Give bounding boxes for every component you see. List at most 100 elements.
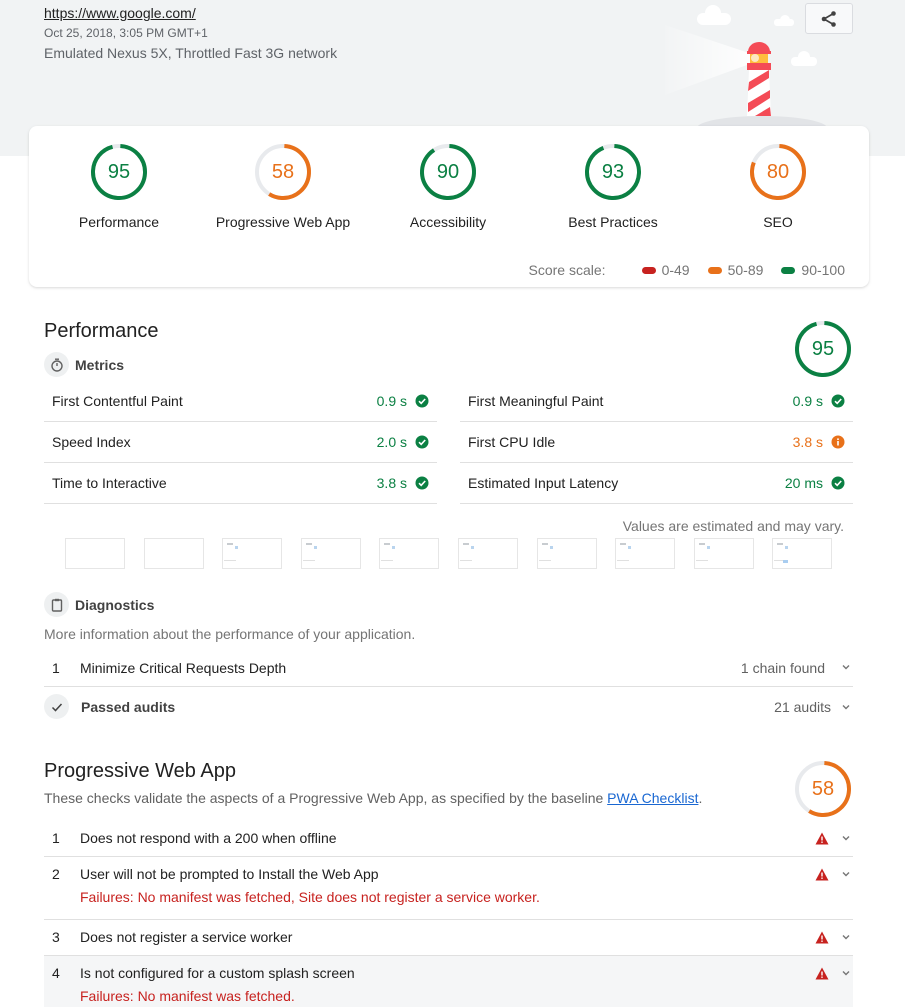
frame-footer [695,560,708,561]
passed-audits-group[interactable]: Passed audits 21 audits [44,694,853,719]
frame-footer [538,560,551,561]
category-label: Best Practices [568,214,658,230]
category-gauge-pwa[interactable]: 58 Progressive Web App [208,142,358,230]
filmstrip [65,538,835,570]
frame-logo [227,543,234,545]
audit-title: User will not be prompted to Install the… [80,866,379,882]
filmstrip-frame [143,538,204,569]
pwa-audit-row[interactable]: 2 User will not be prompted to Install t… [44,864,853,919]
audit-title: Is not configured for a custom splash sc… [80,965,355,981]
frame-mic [235,546,239,549]
filmstrip-frame [300,538,361,569]
pass-check-icon [415,476,429,490]
category-label: Progressive Web App [215,214,351,230]
frame-footer [381,560,394,561]
frame-footer [224,560,237,561]
audit-number: 3 [52,929,60,945]
divider [44,686,853,687]
frame-mic [549,546,553,549]
pwa-description: These checks validate the aspects of a P… [44,790,702,806]
scale-range-label: 90-100 [801,262,845,278]
filmstrip-frame [536,538,597,569]
audit-number: 1 [52,830,60,846]
category-gauge-accessibility[interactable]: 90 Accessibility [373,142,523,230]
audit-title: Does not respond with a 200 when offline [80,830,337,846]
category-gauge-seo[interactable]: 80 SEO [703,142,853,230]
scale-fail: 0-49 [641,262,690,278]
diagnostics-title: Diagnostics [75,596,155,613]
audit-number: 2 [52,866,60,882]
pwa-description-text: These checks validate the aspects of a P… [44,790,608,806]
environment-info: Emulated Nexus 5X, Throttled Fast 3G net… [44,45,338,61]
diagnostics-description: More information about the performance o… [44,626,416,642]
score-value: 80 [766,161,790,183]
metric-value: 20 ms [784,475,823,491]
filmstrip-frame [458,538,518,569]
category-label: SEO [763,214,793,230]
share-button[interactable] [805,3,853,34]
metric-row: Estimated Input Latency 20 ms [460,463,853,504]
pwa-audit-row[interactable]: 1 Does not respond with a 200 when offli… [44,828,853,857]
scale-range-label: 50-89 [727,262,764,278]
filmstrip-frame [222,538,283,569]
pass-check-icon [831,476,845,490]
chevron-down-icon[interactable] [839,930,853,944]
audit-failures: Failures: No manifest was fetched. [80,988,295,1004]
frame-mic [785,546,789,549]
category-gauge-performance[interactable]: 95 Performance [44,142,194,230]
metric-name: Estimated Input Latency [468,475,619,491]
chevron-down-icon[interactable] [839,700,853,714]
pwa-section-title: Progressive Web App [44,760,236,782]
metric-row: First Meaningful Paint 0.9 s [460,381,853,422]
frame-logo [305,543,312,545]
passed-audits-count: 21 audits [774,698,831,715]
scale-average: 50-89 [707,262,764,278]
score-value: 95 [811,338,835,360]
score-scale-label: Score scale: [528,262,606,278]
metric-row: First Contentful Paint 0.9 s [44,381,437,422]
category-gauge-best-practices[interactable]: 93 Best Practices [538,142,688,230]
frame-mic [628,546,632,549]
audit-display-value: 1 chain found [740,660,825,676]
metric-value: 0.9 s [376,393,407,409]
filmstrip-frame [693,538,754,569]
share-icon [821,10,836,27]
pass-pill-icon [781,266,796,274]
average-pill-icon [707,266,722,274]
score-value: 58 [811,778,835,800]
metric-value: 3.8 s [376,475,407,491]
checkmark-icon [44,694,69,719]
chevron-down-icon[interactable] [839,966,853,980]
metric-row: Speed Index 2.0 s [44,422,437,463]
frame-button [783,560,789,563]
diagnostics-group-header: Diagnostics [44,592,154,617]
frame-logo [384,543,391,545]
chevron-down-icon[interactable] [839,867,853,881]
scale-range-label: 0-49 [661,262,690,278]
category-label: Accessibility [409,214,487,230]
audit-number: 4 [52,965,60,981]
frame-logo [698,543,705,545]
divider [44,856,853,857]
scale-pass: 90-100 [781,262,845,278]
estimate-note: Values are estimated and may vary. [622,518,844,534]
pwa-audit-row[interactable]: 3 Does not register a service worker [44,927,853,955]
metric-value: 2.0 s [376,434,407,450]
stopwatch-icon [44,352,69,377]
pwa-audit-row[interactable]: 4 Is not configured for a custom splash … [44,956,853,1007]
frame-mic [706,546,710,549]
metric-name: First Contentful Paint [52,393,183,409]
pwa-checklist-link[interactable]: PWA Checklist [607,790,698,806]
fail-warning-icon [815,967,829,980]
fail-warning-icon [815,868,829,881]
chevron-down-icon[interactable] [839,660,853,674]
metric-row: Time to Interactive 3.8 s [44,463,437,504]
pass-check-icon [831,394,845,408]
fail-warning-icon [815,832,829,845]
score-value: 58 [271,161,295,183]
performance-section-title: Performance [44,320,159,342]
tested-url-link[interactable]: https://www.google.com/ [44,5,196,21]
chevron-down-icon[interactable] [839,831,853,845]
filmstrip-frame [772,538,833,569]
diagnostic-audit-row[interactable]: 1 Minimize Critical Requests Depth 1 cha… [44,660,853,676]
